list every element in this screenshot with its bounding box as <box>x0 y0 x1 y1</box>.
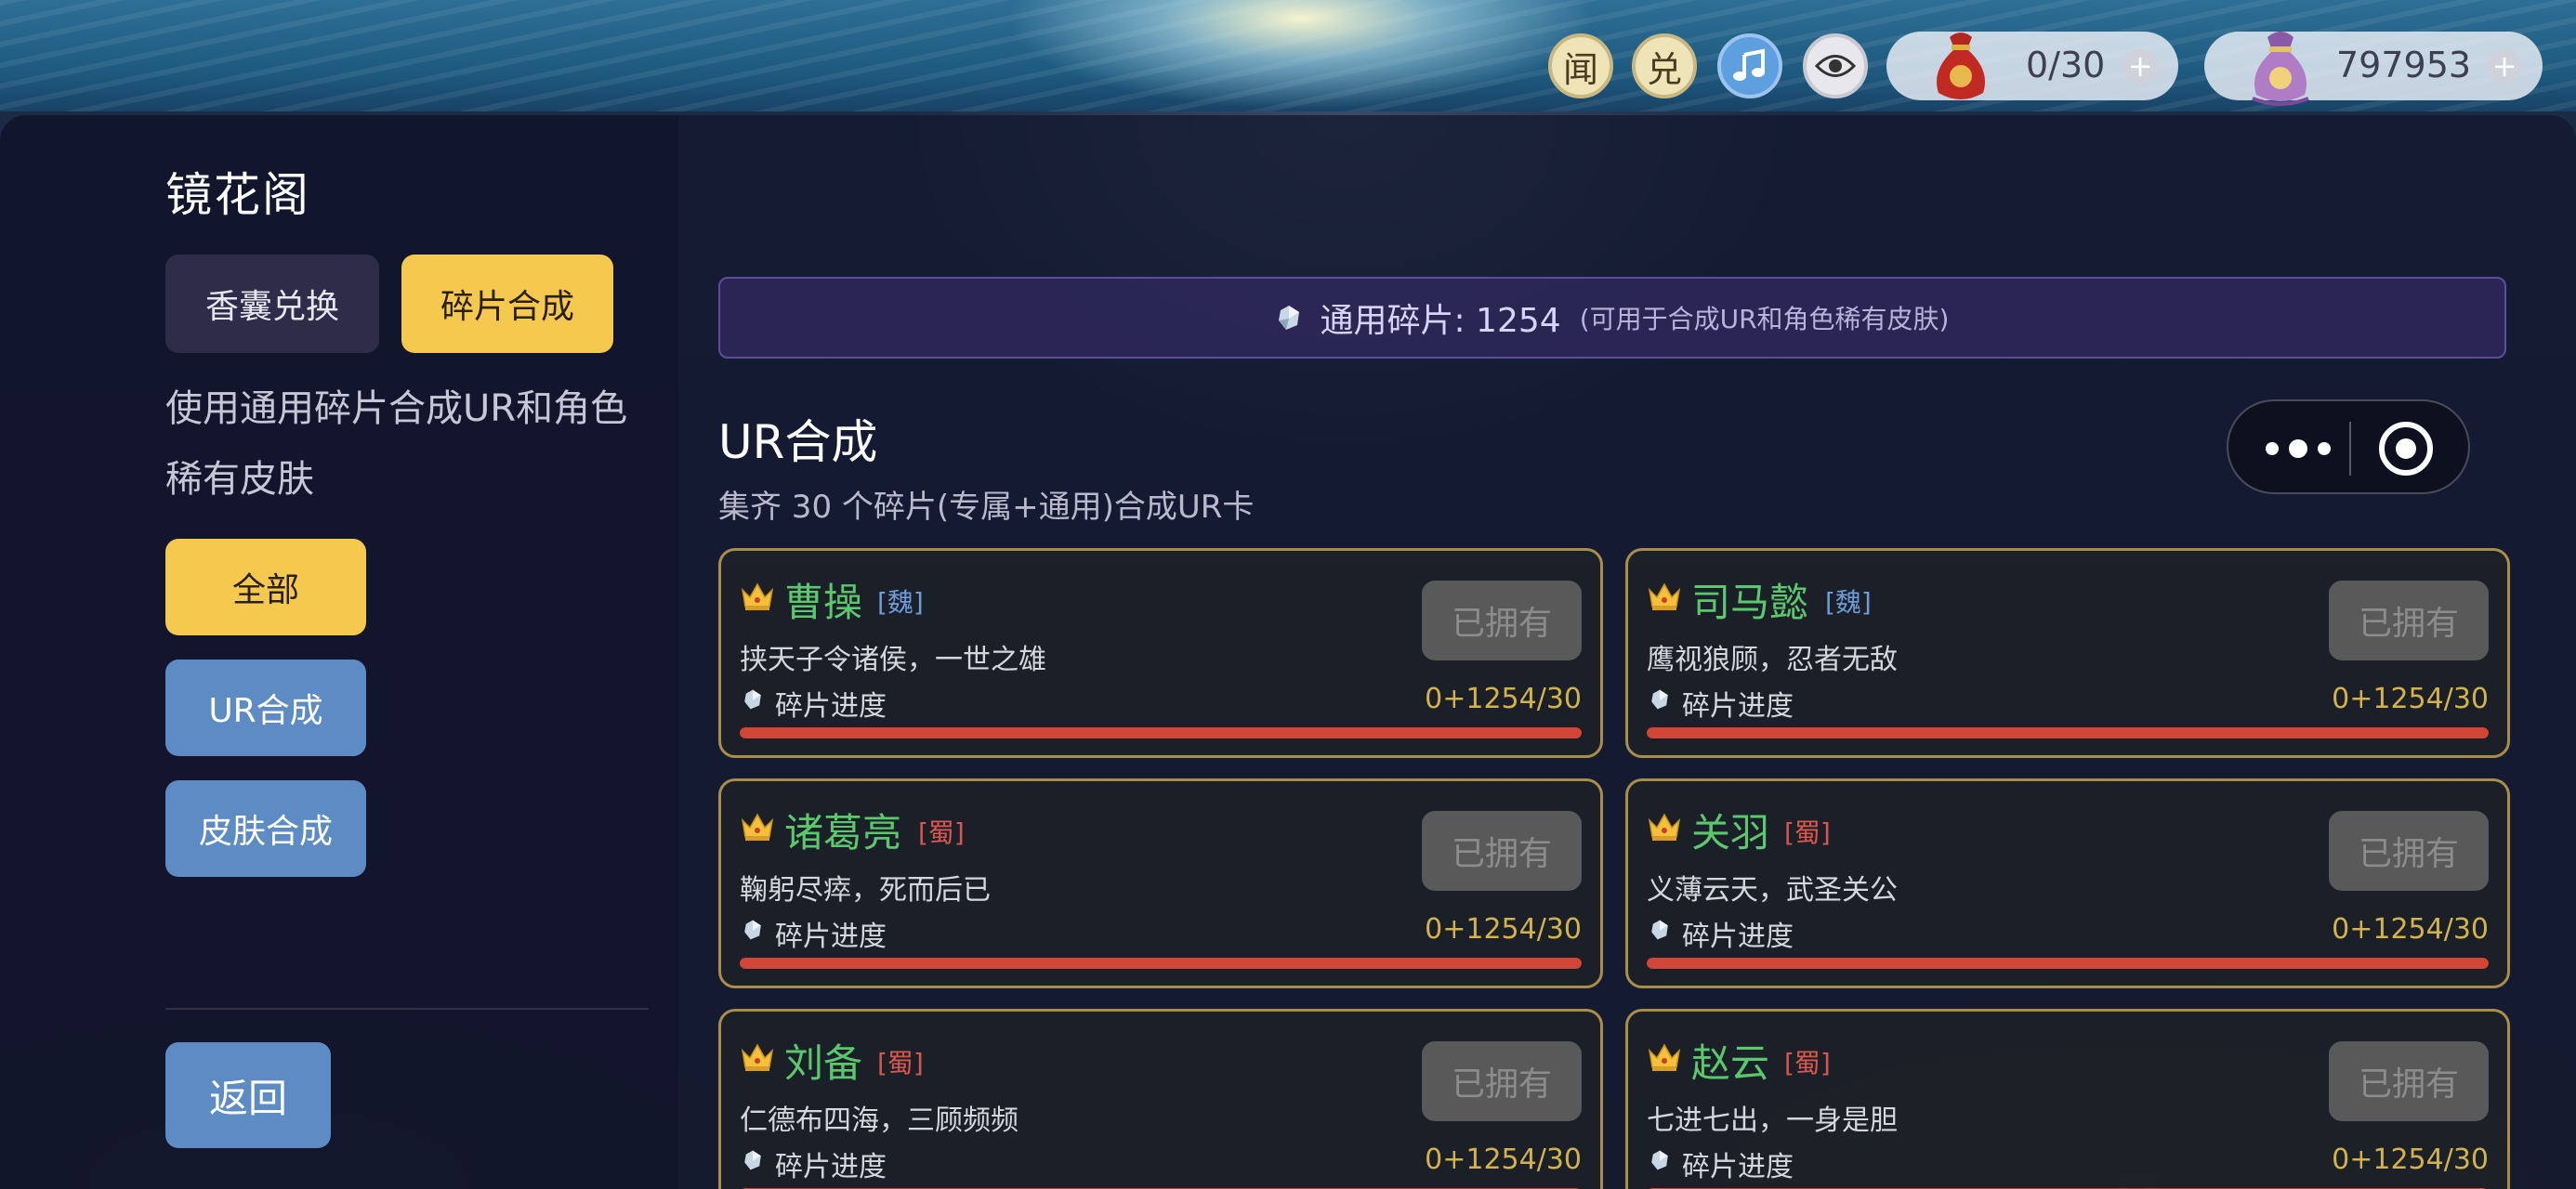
character-name: 诸葛亮 <box>784 810 902 856</box>
exchange-label: 兑 <box>1646 48 1682 90</box>
fragment-icon <box>1651 1150 1668 1170</box>
fragment-banner: 通用碎片: 1254 (可用于合成UR和角色稀有皮肤) <box>718 277 2506 359</box>
music-note-icon <box>1733 48 1765 81</box>
fragment-icon <box>744 1150 761 1170</box>
crown-icon <box>741 813 774 841</box>
faction-tag: [魏] <box>1825 587 1872 618</box>
crown-icon <box>741 582 774 610</box>
ur-card: 赵云 [蜀] 七进七出，一身是胆 碎片进度 0+1254/30 已拥有 <box>1625 1009 2510 1189</box>
crown-icon <box>741 1043 774 1071</box>
character-name: 曹操 <box>784 580 863 625</box>
progress-count: 0+1254/30 <box>1425 683 1582 715</box>
owned-button[interactable]: 已拥有 <box>1422 1041 1582 1121</box>
coin-plus-button[interactable]: + <box>2487 48 2522 84</box>
progress-bar <box>1647 727 2489 738</box>
exchange-button[interactable]: 兑 <box>1632 33 1697 98</box>
crown-icon <box>1648 813 1681 841</box>
crown-icon <box>1648 582 1681 610</box>
section-subtitle: 集齐 30 个碎片(专属+通用)合成UR卡 <box>718 489 1255 526</box>
news-button[interactable]: 闻 <box>1548 33 1613 98</box>
character-motto: 仁德布四海，三顾频频 <box>740 1104 1019 1137</box>
progress-bar-fill <box>740 958 1582 969</box>
progress-count: 0+1254/30 <box>1425 913 1582 946</box>
character-name: 司马懿 <box>1691 580 1809 625</box>
progress-bar <box>740 958 1582 969</box>
red-pouch-icon <box>1937 33 1985 99</box>
character-name: 刘备 <box>784 1040 863 1086</box>
progress-label: 碎片进度 <box>1682 1151 1794 1183</box>
miniprogram-capsule <box>2227 399 2470 494</box>
owned-button[interactable]: 已拥有 <box>2329 581 2489 660</box>
fragment-icon <box>1279 306 1300 330</box>
filter-skin-button[interactable]: 皮肤合成 <box>165 780 366 877</box>
progress-bar <box>740 727 1582 738</box>
progress-count: 0+1254/30 <box>2332 1143 2489 1176</box>
progress-bar-fill <box>1647 727 2489 738</box>
faction-tag: [蜀] <box>1784 817 1831 848</box>
tab-pouch-exchange[interactable]: 香囊兑换 <box>165 255 379 353</box>
progress-label: 碎片进度 <box>775 921 887 953</box>
fragment-icon <box>744 689 761 710</box>
fragment-usage-note: (可用于合成UR和角色稀有皮肤) <box>1579 304 1950 334</box>
progress-bar-fill <box>740 727 1582 738</box>
coin-count: 797953 <box>2336 45 2472 85</box>
progress-label: 碎片进度 <box>1682 921 1794 953</box>
coin-counter: 797953 + <box>2204 32 2543 106</box>
pouch-plus-button[interactable]: + <box>2123 48 2158 84</box>
ur-card: 诸葛亮 [蜀] 鞠躬尽瘁，死而后已 碎片进度 0+1254/30 已拥有 <box>718 778 1603 988</box>
progress-label: 碎片进度 <box>775 690 887 723</box>
character-motto: 挟天子令诸侯，一世之雄 <box>740 644 1046 676</box>
more-icon[interactable] <box>2266 431 2331 466</box>
character-motto: 鞠躬尽瘁，死而后已 <box>740 874 991 907</box>
purple-pouch-icon <box>2252 32 2309 106</box>
progress-label: 碎片进度 <box>1682 690 1794 723</box>
progress-label: 碎片进度 <box>775 1151 887 1183</box>
character-name: 赵云 <box>1691 1040 1770 1086</box>
fragment-icon <box>1651 689 1668 710</box>
eye-button[interactable] <box>1803 33 1868 98</box>
back-button[interactable]: 返回 <box>165 1042 331 1148</box>
owned-button[interactable]: 已拥有 <box>1422 811 1582 891</box>
music-button[interactable] <box>1717 33 1782 98</box>
page-title: 镜花阁 <box>165 168 310 222</box>
ur-card: 刘备 [蜀] 仁德布四海，三顾频频 碎片进度 0+1254/30 已拥有 <box>718 1009 1603 1189</box>
character-motto: 义薄云天，武圣关公 <box>1647 874 1898 907</box>
section-title: UR合成 <box>718 415 878 469</box>
progress-bar-fill <box>1647 958 2489 969</box>
progress-count: 0+1254/30 <box>2332 913 2489 946</box>
close-target-icon[interactable] <box>2379 422 2433 476</box>
character-motto: 七进七出，一身是胆 <box>1647 1104 1898 1137</box>
fragment-icon <box>744 920 761 940</box>
news-label: 闻 <box>1562 48 1598 90</box>
fragment-icon <box>1651 920 1668 940</box>
progress-bar <box>1647 958 2489 969</box>
faction-tag: [蜀] <box>918 817 965 848</box>
pouch-count: 0/30 <box>2026 45 2106 85</box>
sidebar-divider <box>165 1008 649 1010</box>
faction-tag: [蜀] <box>1784 1048 1831 1078</box>
water-surface-background <box>0 0 2576 130</box>
pouch-counter: 0/30 + <box>1886 32 2178 100</box>
filter-ur-button[interactable]: UR合成 <box>165 660 366 756</box>
crown-icon <box>1648 1043 1681 1071</box>
eye-icon <box>1815 55 1856 77</box>
fragment-total: 通用碎片: 1254 <box>1320 302 1561 340</box>
ur-card: 司马懿 [魏] 鹰视狼顾，忍者无敌 碎片进度 0+1254/30 已拥有 <box>1625 548 2510 758</box>
character-name: 关羽 <box>1691 810 1770 856</box>
capsule-divider <box>2349 422 2351 476</box>
progress-count: 0+1254/30 <box>1425 1143 1582 1176</box>
tab-fragment-synthesis[interactable]: 碎片合成 <box>401 255 613 353</box>
progress-count: 0+1254/30 <box>2332 683 2489 715</box>
character-motto: 鹰视狼顾，忍者无敌 <box>1647 644 1898 676</box>
ur-card: 曹操 [魏] 挟天子令诸侯，一世之雄 碎片进度 0+1254/30 已拥有 <box>718 548 1603 758</box>
owned-button[interactable]: 已拥有 <box>1422 581 1582 660</box>
faction-tag: [蜀] <box>877 1048 924 1078</box>
faction-tag: [魏] <box>877 587 924 618</box>
sidebar-description: 使用通用碎片合成UR和角色稀有皮肤 <box>165 387 628 501</box>
filter-all-button[interactable]: 全部 <box>165 539 366 635</box>
owned-button[interactable]: 已拥有 <box>2329 1041 2489 1121</box>
ur-card: 关羽 [蜀] 义薄云天，武圣关公 碎片进度 0+1254/30 已拥有 <box>1625 778 2510 988</box>
owned-button[interactable]: 已拥有 <box>2329 811 2489 891</box>
